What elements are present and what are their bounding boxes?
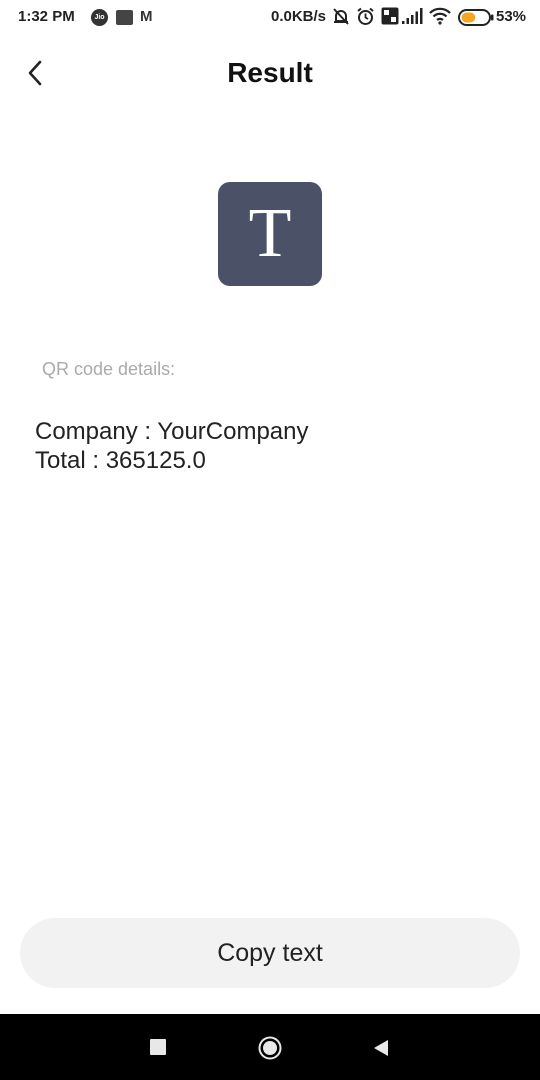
volte-icon xyxy=(381,7,399,25)
status-time: 1:32 PM xyxy=(18,8,75,25)
paytm-icon xyxy=(116,10,133,25)
text-type-icon: T xyxy=(218,182,322,286)
recents-icon[interactable] xyxy=(150,1039,166,1055)
signal-icon xyxy=(402,8,423,24)
details-line-company: Company : YourCompany xyxy=(35,418,309,445)
alarm-off-icon xyxy=(333,8,349,25)
details-content: Company : YourCompany Total : 365125.0 xyxy=(35,417,309,475)
details-label: QR code details: xyxy=(42,359,176,379)
details-line-total: Total : 365125.0 xyxy=(35,447,206,474)
battery-percent: 53% xyxy=(496,8,527,25)
jio-icon: Jio xyxy=(91,9,108,26)
alarm-icon xyxy=(357,7,374,25)
network-speed: 0.0KB/s xyxy=(271,8,327,25)
home-icon[interactable] xyxy=(258,1036,282,1060)
wifi-icon xyxy=(429,7,451,25)
copy-text-button[interactable]: Copy text xyxy=(20,918,520,988)
page-title: Result xyxy=(227,57,313,88)
myntra-icon: M xyxy=(140,8,153,25)
system-nav-bar xyxy=(0,1014,540,1080)
app-header: Result xyxy=(0,42,540,106)
battery-icon xyxy=(458,9,494,26)
status-bar: 1:32 PM Jio M 0.0KB/s 53% xyxy=(0,0,540,34)
result-screen: 1:32 PM Jio M 0.0KB/s 53% Result T QR co… xyxy=(0,0,540,1080)
back-triangle-icon[interactable] xyxy=(372,1038,390,1058)
